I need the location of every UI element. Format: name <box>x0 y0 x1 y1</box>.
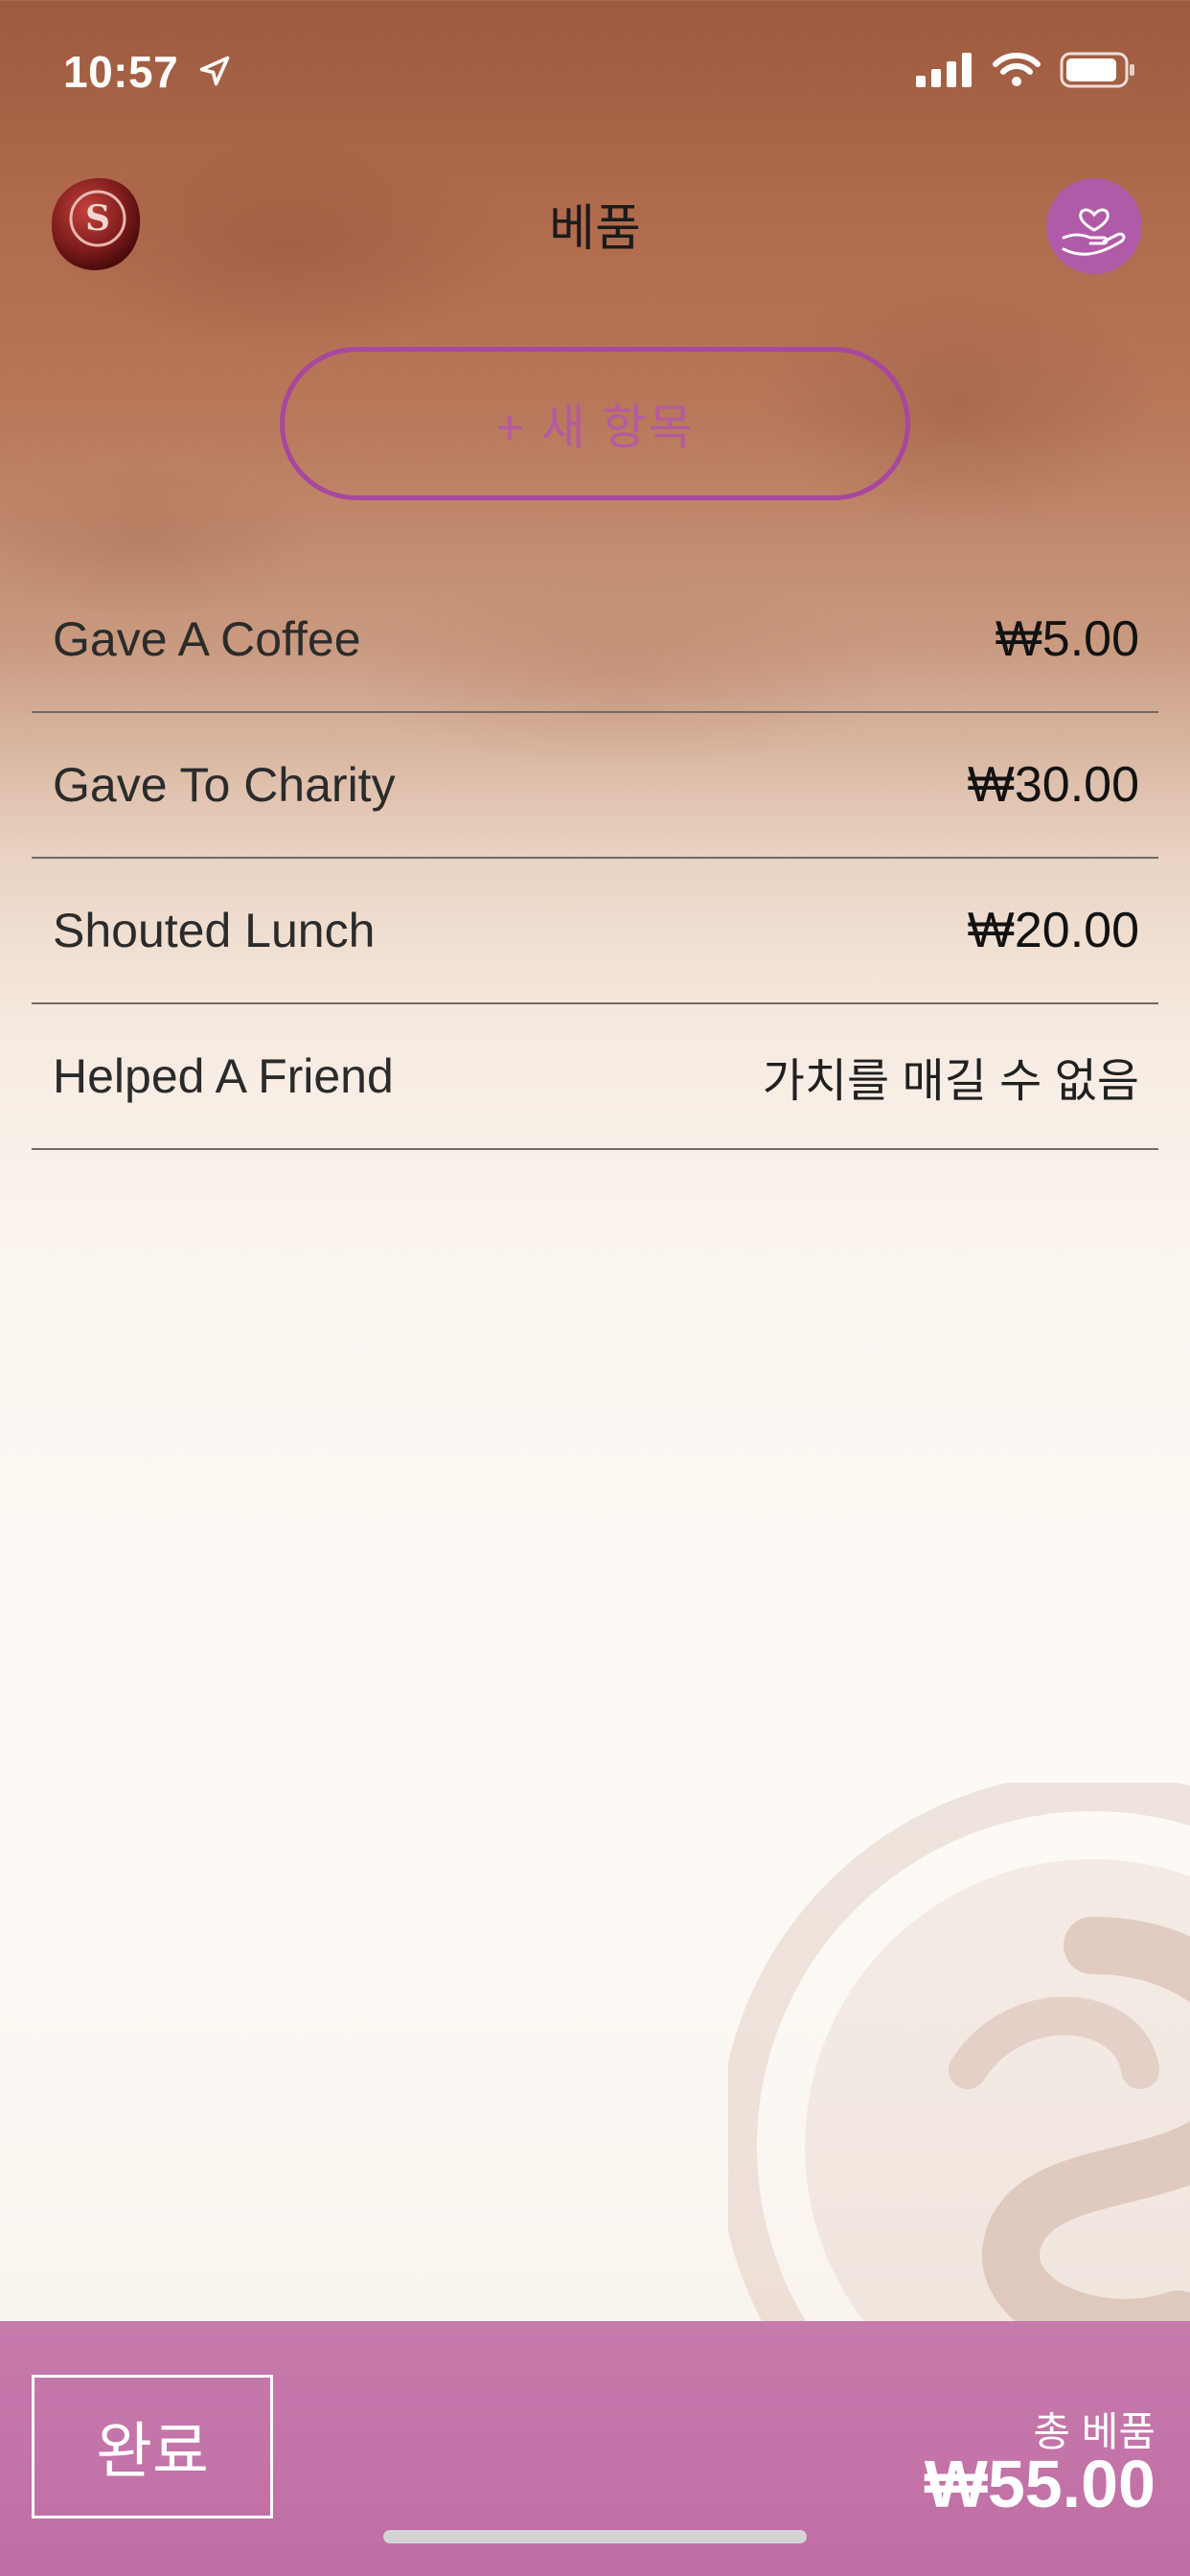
done-button[interactable]: 완료 <box>32 2375 273 2518</box>
list-item[interactable]: Shouted Lunch ₩20.00 <box>32 859 1158 1004</box>
list-item[interactable]: Helped A Friend 가치를 매길 수 없음 <box>32 1004 1158 1150</box>
wifi-icon <box>993 53 1041 86</box>
list-item[interactable]: Gave To Charity ₩30.00 <box>32 713 1158 859</box>
item-label: Helped A Friend <box>53 1049 394 1103</box>
gift-list: Gave A Coffee ₩5.00 Gave To Charity ₩30.… <box>32 567 1158 1150</box>
item-label: Gave To Charity <box>53 758 396 812</box>
item-value: ₩30.00 <box>967 757 1139 813</box>
heart-hand-glyph <box>1062 208 1126 256</box>
status-time: 10:57 <box>63 47 179 97</box>
new-item-button[interactable]: + 새 항목 <box>280 347 910 500</box>
item-value: ₩5.00 <box>995 611 1139 667</box>
item-value: ₩20.00 <box>967 903 1139 958</box>
signal-icon <box>916 53 972 87</box>
status-bar: 10:57 <box>0 0 1190 144</box>
heart-hand-icon[interactable] <box>1046 178 1142 274</box>
item-value: 가치를 매길 수 없음 <box>762 1056 1139 1107</box>
list-item[interactable]: Gave A Coffee ₩5.00 <box>32 567 1158 713</box>
battery-icon <box>1060 52 1134 88</box>
total-value: ₩55.00 <box>924 2447 1156 2521</box>
page-title: 베품 <box>549 201 641 257</box>
item-label: Gave A Coffee <box>53 612 361 666</box>
home-indicator[interactable] <box>383 2530 807 2543</box>
item-label: Shouted Lunch <box>53 904 376 957</box>
location-arrow-icon <box>199 56 230 86</box>
